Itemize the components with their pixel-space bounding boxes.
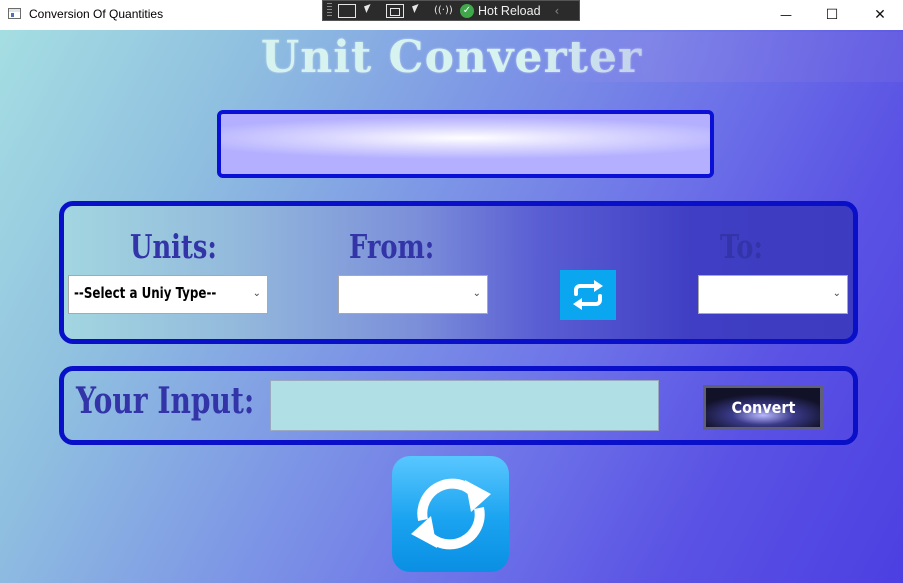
value-input-field[interactable] xyxy=(270,380,659,431)
maximize-button[interactable]: ☐ xyxy=(809,0,855,30)
unit-selection-panel xyxy=(59,201,858,344)
close-icon: ✕ xyxy=(874,7,886,23)
units-label: Units: xyxy=(130,227,217,266)
chevron-down-icon: ⌄ xyxy=(832,288,841,299)
app-title: Unit Converter xyxy=(260,32,643,83)
window-title: Conversion Of Quantities xyxy=(29,7,164,21)
swap-units-button[interactable] xyxy=(560,270,616,320)
toolbar-grip-icon[interactable] xyxy=(327,3,332,18)
unit-type-select[interactable]: --Select a Uniy Type-- ⌄ xyxy=(68,275,268,314)
swap-arrows-icon xyxy=(573,280,603,310)
track-focused-element-icon[interactable] xyxy=(410,4,428,18)
convert-button-label: Convert xyxy=(731,398,795,417)
hot-reload-label[interactable]: Hot Reload xyxy=(478,4,541,18)
app-window-icon xyxy=(8,8,21,19)
app-client-area: Unit Converter Units: From: To: --Select… xyxy=(0,30,903,583)
result-display xyxy=(217,110,714,178)
your-input-label: Your Input: xyxy=(76,380,255,422)
live-visual-tree-icon[interactable] xyxy=(338,3,356,18)
close-button[interactable]: ✕ xyxy=(857,0,903,30)
binding-failures-icon[interactable]: ((·)) xyxy=(434,4,453,18)
display-layout-adorners-icon[interactable] xyxy=(386,3,404,18)
window-title-bar[interactable]: Conversion Of Quantities ((·)) ✓ Hot Rel… xyxy=(0,0,903,30)
chevron-down-icon: ⌄ xyxy=(472,288,481,299)
minimize-icon: — xyxy=(780,8,792,22)
chevron-down-icon: ⌄ xyxy=(252,288,261,299)
from-unit-select[interactable]: ⌄ xyxy=(338,275,488,314)
collapse-toolbar-icon[interactable]: ‹ xyxy=(555,4,560,18)
unit-type-select-value: --Select a Uniy Type-- xyxy=(74,284,217,302)
minimize-button[interactable]: — xyxy=(763,0,809,30)
reset-button[interactable] xyxy=(392,456,509,572)
from-label: From: xyxy=(349,227,435,266)
debug-toolbar: ((·)) ✓ Hot Reload ‹ xyxy=(322,0,580,21)
hot-reload-check-icon: ✓ xyxy=(460,3,474,18)
select-element-icon[interactable] xyxy=(362,4,380,18)
maximize-icon: ☐ xyxy=(825,7,839,23)
to-label: To: xyxy=(720,227,763,266)
to-unit-select[interactable]: ⌄ xyxy=(698,275,848,314)
convert-button[interactable]: Convert xyxy=(703,385,823,430)
refresh-icon xyxy=(410,478,491,550)
